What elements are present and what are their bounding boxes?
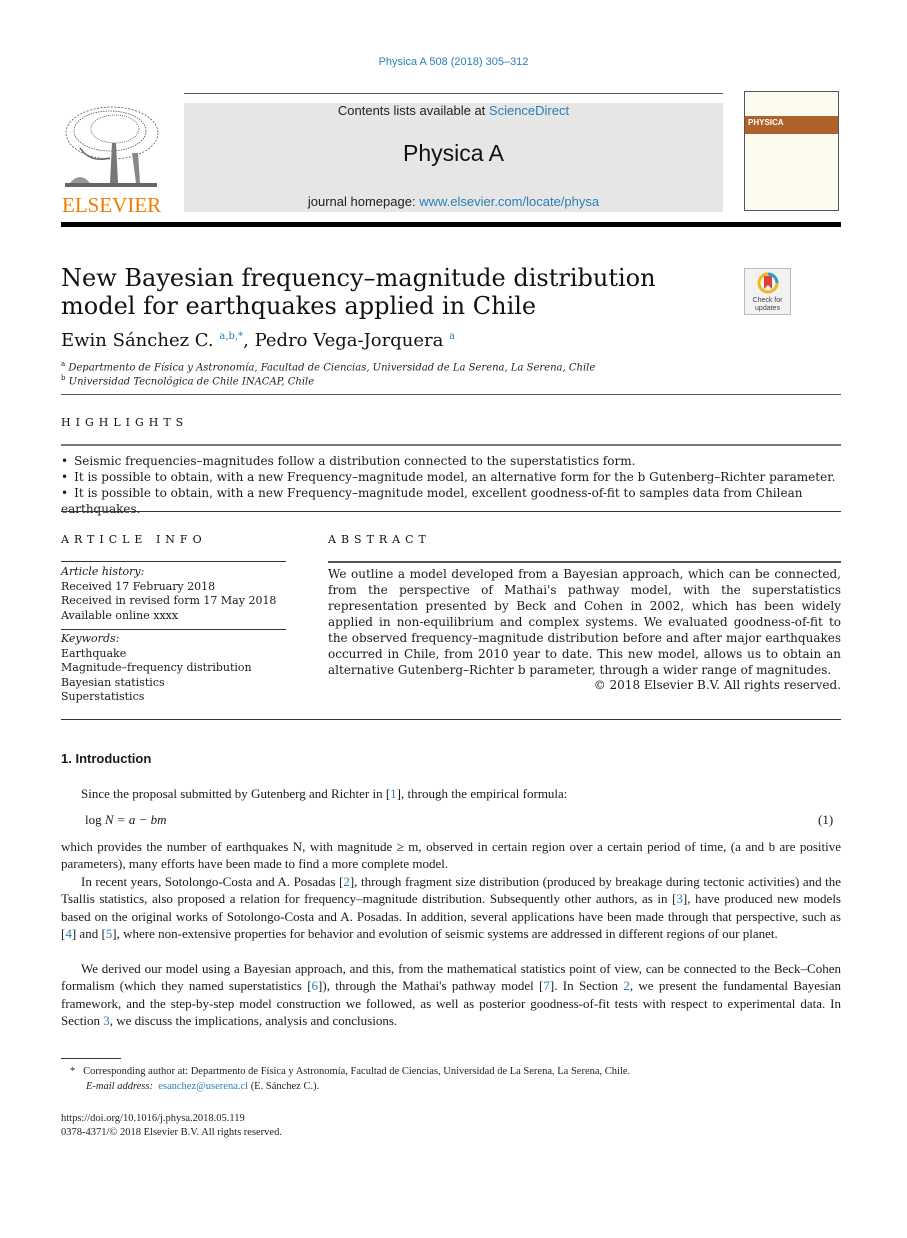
affiliation: a Departmento de Física y Astronomía, Fa… xyxy=(61,360,595,373)
keyword[interactable]: Superstatistics xyxy=(61,690,291,705)
check-for-updates-button[interactable]: Check for updates xyxy=(744,268,791,315)
body-paragraph: which provides the number of earthquakes… xyxy=(61,839,841,872)
footnote-star: * xyxy=(70,1066,76,1077)
corresponding-author-footnote: * Corresponding author at: Departmento d… xyxy=(70,1066,630,1077)
masthead-bottom-rule xyxy=(61,222,841,227)
keyword[interactable]: Bayesian statistics xyxy=(61,676,291,691)
section-heading: 1. Introduction xyxy=(61,751,152,766)
text-run: , we discuss the implications, analysis … xyxy=(109,1012,398,1028)
divider xyxy=(328,561,841,563)
highlight-item: It is possible to obtain, with a new Fre… xyxy=(61,485,851,517)
highlight-item: Seismic frequencies–magnitudes follow a … xyxy=(61,453,851,469)
affiliation-text: Universidad Tecnológica de Chile INACAP,… xyxy=(68,376,315,388)
divider xyxy=(61,561,286,562)
body-paragraph: Since the proposal submitted by Gutenber… xyxy=(61,785,841,802)
equation-variable: N xyxy=(104,812,114,827)
author-name[interactable]: Ewin Sánchez C. xyxy=(61,330,214,351)
text-run: ] and [ xyxy=(71,925,106,941)
doi-link[interactable]: https://doi.org/10.1016/j.physa.2018.05.… xyxy=(61,1113,245,1124)
body-paragraph: In recent years, Sotolongo-Costa and A. … xyxy=(61,873,841,942)
crossmark-icon xyxy=(757,272,779,294)
sciencedirect-link[interactable]: ScienceDirect xyxy=(489,103,569,118)
highlight-item: It is possible to obtain, with a new Fre… xyxy=(61,469,851,485)
affiliation-mark: b xyxy=(61,374,66,382)
affiliation-text: Departmento de Física y Astronomía, Facu… xyxy=(68,362,596,374)
text-run: ]. In Section xyxy=(549,978,624,994)
highlights-list: Seismic frequencies–magnitudes follow a … xyxy=(61,453,851,517)
contents-line: Contents lists available at ScienceDirec… xyxy=(184,103,723,118)
journal-cover-thumbnail[interactable]: PHYSICA xyxy=(744,91,839,211)
divider xyxy=(61,444,841,446)
email-footnote: E-mail address: esanchez@userena.cl (E. … xyxy=(86,1081,319,1092)
email-label: E-mail address: xyxy=(86,1081,153,1092)
divider xyxy=(61,629,286,630)
keywords-label: Keywords: xyxy=(61,632,120,645)
equation-number: (1) xyxy=(818,812,834,827)
body-paragraph: We derived our model using a Bayesian ap… xyxy=(61,960,841,1029)
article-history: Article history: Received 17 February 20… xyxy=(61,565,291,623)
history-entry: Received in revised form 17 May 2018 xyxy=(61,594,277,607)
author-separator: , xyxy=(243,330,255,351)
history-entry: Available online xxxx xyxy=(61,608,179,622)
homepage-prefix: journal homepage: xyxy=(307,194,420,209)
article-title: New Bayesian frequency–magnitude distrib… xyxy=(61,264,656,320)
text-run: ]), through the Mathai's pathway model [ xyxy=(318,978,544,994)
text-run: In recent years, Sotolongo-Costa and A. … xyxy=(81,874,344,889)
keyword[interactable]: Earthquake xyxy=(61,647,291,662)
issn-copyright: 0378-4371/© 2018 Elsevier B.V. All right… xyxy=(61,1127,282,1138)
author-name[interactable]: Pedro Vega-Jorquera xyxy=(255,330,444,351)
article-info-heading: ARTICLE INFO xyxy=(61,533,207,546)
highlights-heading: HIGHLIGHTS xyxy=(61,416,189,429)
abstract-copyright: © 2018 Elsevier B.V. All rights reserved… xyxy=(593,678,841,692)
email-owner: (E. Sánchez C.). xyxy=(248,1081,320,1092)
keyword[interactable]: Magnitude–frequency distribution xyxy=(61,661,291,676)
divider xyxy=(61,719,841,720)
homepage-line: journal homepage: www.elsevier.com/locat… xyxy=(184,194,723,209)
text-run: Since the proposal submitted by Gutenber… xyxy=(81,786,391,801)
footnote-divider xyxy=(61,1058,121,1059)
affiliation-mark: a xyxy=(61,360,66,368)
equation: log N = a − bm xyxy=(85,812,166,828)
footnote-text: Corresponding author at: Departmento de … xyxy=(83,1066,631,1077)
affiliation: b Universidad Tecnológica de Chile INACA… xyxy=(61,374,314,387)
author-affiliation-marks[interactable]: a,b,* xyxy=(219,331,243,342)
equation-function: log xyxy=(85,812,102,827)
journal-homepage-link[interactable]: www.elsevier.com/locate/physa xyxy=(419,194,599,209)
text-run: ], where non-extensive properties for be… xyxy=(112,925,778,941)
abstract-text: We outline a model developed from a Baye… xyxy=(328,567,841,677)
keywords: Keywords: Earthquake Magnitude–frequency… xyxy=(61,632,291,705)
elsevier-wordmark[interactable]: ELSEVIER xyxy=(62,193,161,218)
article-history-label: Article history: xyxy=(61,565,145,578)
history-entry: Received 17 February 2018 xyxy=(61,579,216,593)
text-run: ], through the empirical formula: xyxy=(396,786,568,801)
divider xyxy=(61,394,841,395)
contents-prefix: Contents lists available at xyxy=(337,103,489,118)
abstract-heading: ABSTRACT xyxy=(328,533,431,546)
email-link[interactable]: esanchez@userena.cl xyxy=(158,1081,248,1092)
masthead-top-rule xyxy=(184,93,723,94)
cover-title: PHYSICA xyxy=(748,118,784,127)
running-head[interactable]: Physica A 508 (2018) 305–312 xyxy=(0,56,907,68)
equation-rhs: = a − bm xyxy=(113,812,167,827)
author-list: Ewin Sánchez C. a,b,*, Pedro Vega-Jorque… xyxy=(61,330,455,351)
check-for-updates-label: Check for updates xyxy=(752,297,783,312)
journal-title: Physica A xyxy=(403,140,504,166)
divider xyxy=(61,511,841,512)
author-affiliation-marks[interactable]: a xyxy=(449,331,455,342)
